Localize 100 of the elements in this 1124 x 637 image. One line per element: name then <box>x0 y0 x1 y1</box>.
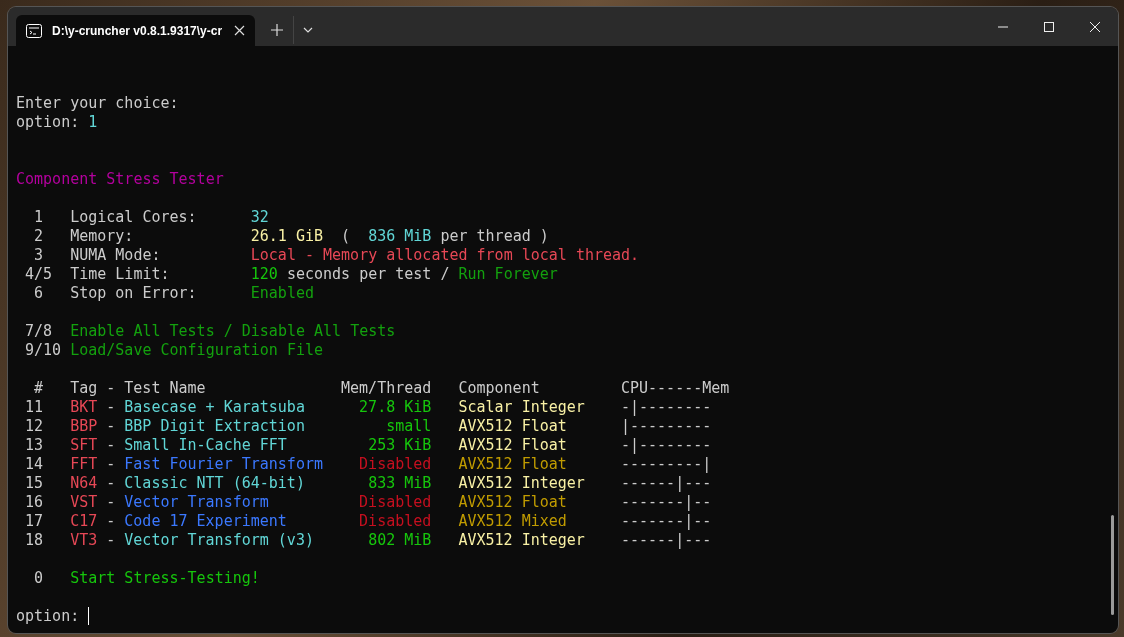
column-header: Tag <box>70 379 98 398</box>
balance-meter: |--------- <box>620 417 712 436</box>
terminal-icon <box>26 23 42 38</box>
test-number: 13 <box>24 436 44 455</box>
separator-text: - <box>105 398 117 417</box>
setting-value: Run Forever <box>458 265 558 284</box>
component-text: AVX512 Integer <box>458 531 586 550</box>
test-name: Code 17 Experiment <box>124 512 288 531</box>
option-number: 6 <box>33 284 45 303</box>
test-number: 11 <box>24 398 44 417</box>
text-cursor <box>88 607 90 625</box>
option-number: 2 <box>33 227 45 246</box>
memory-per-thread: 802 MiB <box>367 531 432 550</box>
component-text: AVX512 Mixed <box>458 512 568 531</box>
setting-label: NUMA Mode: <box>70 246 162 265</box>
separator-text: - <box>105 531 117 550</box>
test-name: Small In-Cache FFT <box>124 436 288 455</box>
setting-label: Logical Cores: <box>70 208 198 227</box>
option-number: 1 <box>33 208 45 227</box>
test-tag: C17 <box>70 512 98 531</box>
setting-label: Time Limit: <box>70 265 171 284</box>
component-text: AVX512 Integer <box>458 474 586 493</box>
option-number: 7/8 <box>24 322 54 341</box>
column-header: Test Name <box>124 379 207 398</box>
terminal-tab[interactable]: D:\y-cruncher v0.8.1.9317\y-cr <box>16 15 255 46</box>
action-text: Load/Save Configuration File <box>70 341 324 360</box>
test-number: 17 <box>24 512 44 531</box>
setting-label: Stop on Error: <box>70 284 198 303</box>
setting-value: 120 <box>250 265 278 284</box>
balance-meter: -|-------- <box>620 436 712 455</box>
test-number: 16 <box>24 493 44 512</box>
memory-per-thread: Disabled <box>358 512 432 531</box>
memory-per-thread: Disabled <box>358 493 432 512</box>
balance-meter: -------|-- <box>620 493 712 512</box>
test-tag: VT3 <box>70 531 98 550</box>
plus-icon <box>271 24 283 36</box>
separator-text: - <box>105 455 117 474</box>
component-text: Scalar Integer <box>458 398 586 417</box>
close-tab-button[interactable] <box>234 25 245 36</box>
option-number: 0 <box>33 569 45 588</box>
memory-per-thread: 27.8 KiB <box>358 398 432 417</box>
column-header: Mem/Thread <box>340 379 432 398</box>
separator-text: - <box>105 436 117 455</box>
column-header: Component <box>458 379 541 398</box>
component-text: AVX512 Float <box>458 417 568 436</box>
column-header: # <box>33 379 44 398</box>
test-name: Vector Transform (v3) <box>124 531 315 550</box>
test-number: 14 <box>24 455 44 474</box>
setting-value: 26.1 GiB <box>250 227 324 246</box>
maximize-icon <box>1044 21 1054 32</box>
close-icon <box>1090 21 1100 32</box>
separator-text: - <box>105 512 117 531</box>
setting-label: Memory: <box>70 227 135 246</box>
test-number: 18 <box>24 531 44 550</box>
setting-value: ( <box>340 227 352 246</box>
balance-meter: -------|-- <box>620 512 712 531</box>
test-tag: SFT <box>70 436 98 455</box>
prompt-text: Enter your choice: <box>16 94 179 113</box>
memory-per-thread: 833 MiB <box>367 474 432 493</box>
test-name: Classic NTT (64-bit) <box>124 474 306 493</box>
tab-title: D:\y-cruncher v0.8.1.9317\y-cr <box>52 23 223 38</box>
test-tag: VST <box>70 493 98 512</box>
chevron-down-icon <box>302 27 313 33</box>
memory-per-thread: Disabled <box>358 455 432 474</box>
test-number: 12 <box>24 417 44 436</box>
memory-per-thread: 253 KiB <box>367 436 432 455</box>
scrollbar-thumb[interactable] <box>1111 515 1114 615</box>
component-text: AVX512 Float <box>458 455 568 474</box>
setting-value: 836 MiB <box>368 227 432 246</box>
test-name: Basecase + Karatsuba <box>124 398 306 417</box>
test-tag: FFT <box>70 455 98 474</box>
balance-meter: ---------| <box>620 455 712 474</box>
prompt-label: option: <box>16 113 80 132</box>
option-number: 4/5 <box>24 265 54 284</box>
setting-value: 32 <box>250 208 269 227</box>
separator-text: - <box>105 493 117 512</box>
test-tag: BBP <box>70 417 98 436</box>
prompt-label: option: <box>16 607 80 626</box>
separator-text: - <box>105 474 117 493</box>
column-header: CPU------Mem <box>620 379 730 398</box>
column-header: - <box>105 379 117 398</box>
balance-meter: ------|--- <box>620 474 712 493</box>
separator-text: - <box>105 417 117 436</box>
test-tag: N64 <box>70 474 98 493</box>
balance-meter: ------|--- <box>620 531 712 550</box>
section-heading: Component Stress Tester <box>16 170 224 189</box>
balance-meter: -|-------- <box>620 398 712 417</box>
setting-value: Local - Memory allocated from local thread. <box>250 246 640 265</box>
action-text: Start Stress-Testing! <box>70 569 260 588</box>
test-number: 15 <box>24 474 44 493</box>
setting-value: Enabled <box>250 284 314 303</box>
option-number: 9/10 <box>24 341 63 360</box>
memory-per-thread: small <box>385 417 432 436</box>
test-name: Vector Transform <box>124 493 270 512</box>
entered-option: 1 <box>88 113 98 132</box>
close-icon <box>234 25 245 36</box>
action-text: Enable All Tests / Disable All Tests <box>70 322 396 341</box>
setting-value: per thread ) <box>439 227 549 246</box>
component-text: AVX512 Float <box>458 493 568 512</box>
component-text: AVX512 Float <box>458 436 568 455</box>
